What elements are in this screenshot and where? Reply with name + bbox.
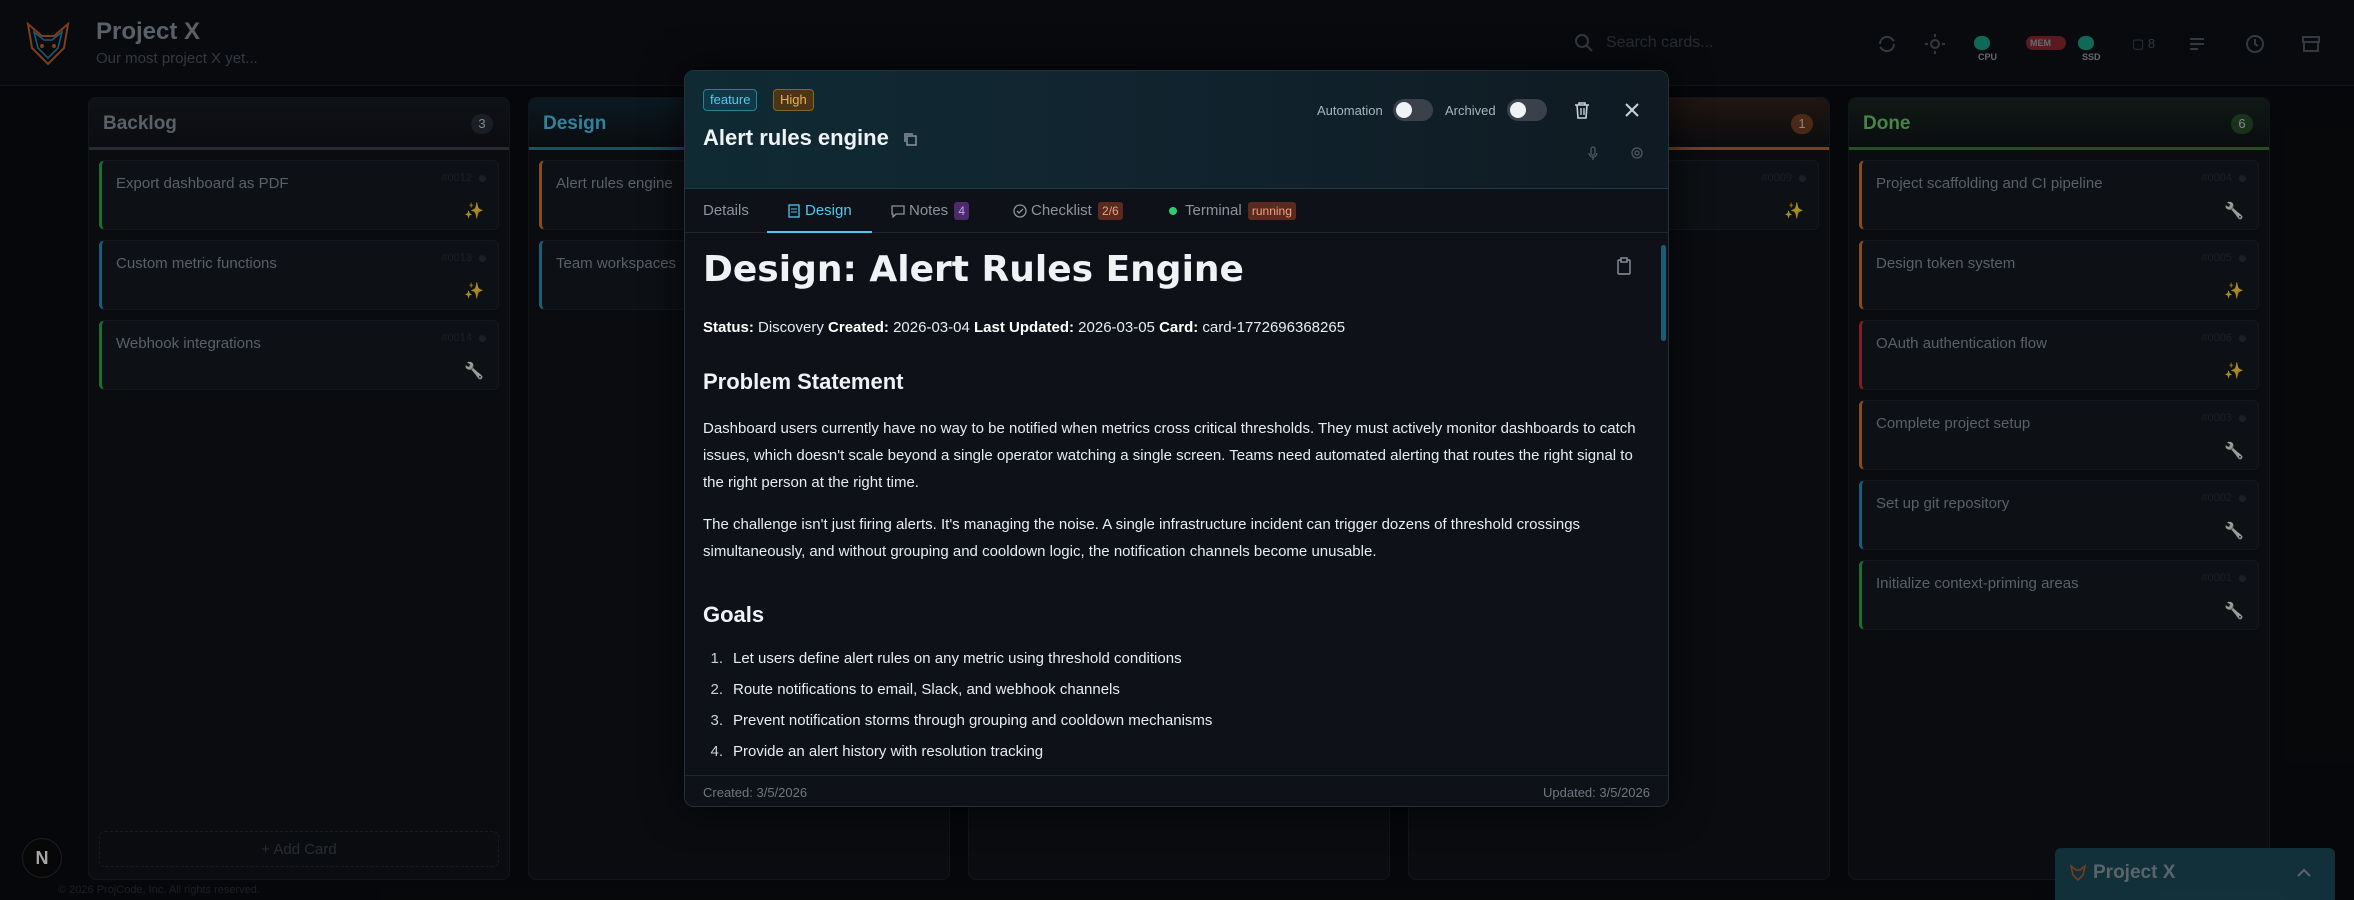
card-title[interactable]: Alert rules engine — [703, 125, 889, 151]
archived-label: Archived — [1445, 103, 1496, 118]
tab-details-label: Details — [703, 202, 749, 219]
goals-list: 1. Let users define alert rules on any me… — [703, 643, 1212, 767]
archived-toggle[interactable] — [1507, 99, 1547, 121]
card-detail-modal: feature High Alert rules engine Automati… — [684, 70, 1669, 807]
problem-paragraph-2: The challenge isn't just firing alerts. … — [703, 516, 1581, 560]
tab-terminal[interactable]: Terminal running — [1169, 189, 1296, 233]
tab-checklist[interactable]: Checklist 2/6 — [1013, 189, 1123, 233]
document-icon — [788, 204, 800, 218]
updated-value: 2026-03-05 — [1078, 319, 1155, 336]
goal-text: Prevent notification storms through grou… — [733, 712, 1213, 729]
footer-created: Created: 3/5/2026 — [703, 785, 808, 800]
list-item: 3. Prevent notification storms through gr… — [710, 712, 1213, 729]
doc-meta: Status: Discovery Created: 2026-03-04 La… — [703, 319, 1345, 336]
status-label: Status: — [703, 319, 754, 336]
modal-header: feature High Alert rules engine Automati… — [685, 71, 1668, 189]
comment-icon — [891, 205, 905, 219]
checklist-progress-badge: 2/6 — [1098, 202, 1123, 221]
status-value: Discovery — [758, 319, 824, 336]
status-dot-icon — [1169, 207, 1177, 216]
scroll-thumb[interactable] — [1661, 245, 1666, 341]
problem-paragraph-1: Dashboard users currently have no way to… — [703, 420, 1636, 491]
tab-checklist-label: Checklist — [1031, 202, 1092, 219]
tab-design[interactable]: Design — [767, 189, 872, 233]
trash-icon[interactable] — [1571, 99, 1593, 121]
copy-icon[interactable] — [902, 131, 918, 147]
goal-text: Provide an alert history with resolution… — [733, 743, 1044, 760]
goal-text: Route notifications to email, Slack, and… — [733, 681, 1120, 698]
doc-scrollbar[interactable] — [1661, 237, 1666, 771]
tab-notes-label: Notes — [909, 202, 949, 219]
automation-toggle[interactable] — [1393, 99, 1433, 121]
list-item: 4. Provide an alert history with resoluti… — [710, 743, 1044, 760]
notes-count-badge: 4 — [954, 202, 970, 221]
modal-tabs: Details Design Notes 4 Checklist 2/6 Ter… — [685, 189, 1668, 233]
mic-icon[interactable] — [1585, 145, 1601, 161]
type-tag: feature — [703, 89, 758, 111]
automation-label: Automation — [1317, 103, 1383, 118]
doc-heading: Design: Alert Rules Engine — [703, 249, 1244, 290]
footer-updated: Updated: 3/5/2026 — [1543, 785, 1650, 800]
clipboard-icon[interactable] — [1615, 257, 1633, 275]
tab-design-label: Design — [805, 202, 852, 219]
close-icon[interactable] — [1621, 99, 1643, 121]
automation-toggle-knob — [1396, 102, 1412, 118]
tab-notes[interactable]: Notes 4 — [891, 189, 970, 233]
tab-details[interactable]: Details — [703, 189, 749, 233]
list-item: 1. Let users define alert rules on any me… — [710, 650, 1182, 667]
card-id-value: card-1772696368265 — [1202, 319, 1346, 336]
design-document: Design: Alert Rules Engine Status: Disco… — [685, 233, 1659, 773]
tab-terminal-label: Terminal — [1185, 202, 1242, 219]
section-problem-statement: Problem Statement — [703, 369, 904, 394]
priority-tag: High — [773, 89, 814, 111]
card-label: Card: — [1159, 319, 1199, 336]
updated-label: Last Updated: — [973, 319, 1074, 336]
terminal-status-badge: running — [1247, 202, 1296, 221]
goal-text: Let users define alert rules on any metr… — [733, 650, 1182, 667]
list-item: 2. Route notifications to email, Slack, a… — [710, 681, 1120, 698]
check-circle-icon — [1013, 204, 1027, 218]
archived-toggle-knob — [1510, 102, 1526, 118]
section-goals: Goals — [703, 602, 765, 627]
modal-footer: Created: 3/5/2026 Updated: 3/5/2026 — [685, 775, 1668, 806]
created-value: 2026-03-04 — [893, 319, 970, 336]
gear-icon[interactable] — [1629, 145, 1645, 161]
created-label: Created: — [828, 319, 889, 336]
